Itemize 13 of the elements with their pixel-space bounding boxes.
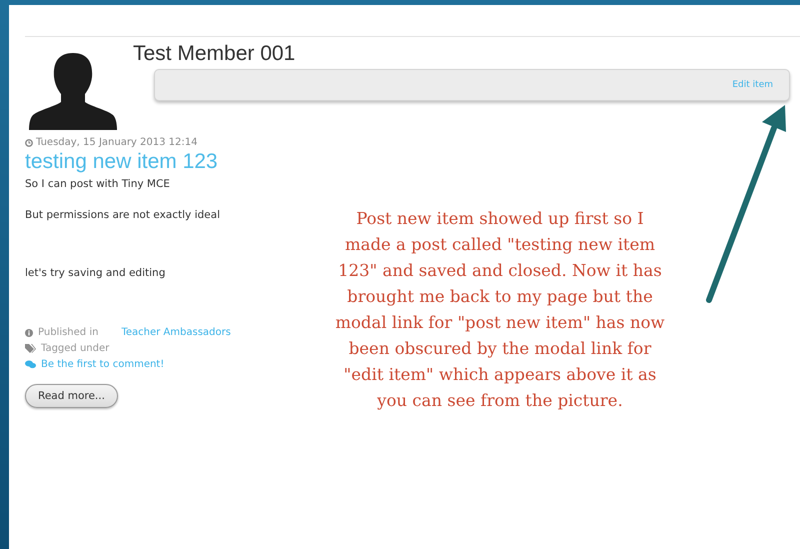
meta-link[interactable]: Be the first to comment! xyxy=(41,359,164,370)
meta-label: Published in xyxy=(38,327,98,338)
post-date: Tuesday, 15 January 2013 12:14 xyxy=(36,137,198,148)
post-paragraph: let's try saving and editing xyxy=(25,267,166,279)
edit-item-link[interactable]: Edit item xyxy=(732,80,773,90)
meta-link[interactable]: Teacher Ambassadors xyxy=(121,327,231,338)
post-title[interactable]: testing new item 123 xyxy=(25,150,295,174)
meta-label: Tagged under xyxy=(41,343,110,354)
member-name: Test Member 001 xyxy=(133,42,296,66)
annotation-text: Post new item showed up first so I made a post called "testing new item 123" and saved and closed. Now it has brought me back to my page but the modal link for "post new item" has now been obscured by the modal link for "edit item" which appears above it as you can see from the picture. xyxy=(334,208,666,412)
read-more-button[interactable]: Read more... xyxy=(25,384,118,408)
post-paragraph: So I can post with Tiny MCE xyxy=(25,178,171,190)
post-paragraph: But permissions are not exactly ideal xyxy=(25,209,221,221)
